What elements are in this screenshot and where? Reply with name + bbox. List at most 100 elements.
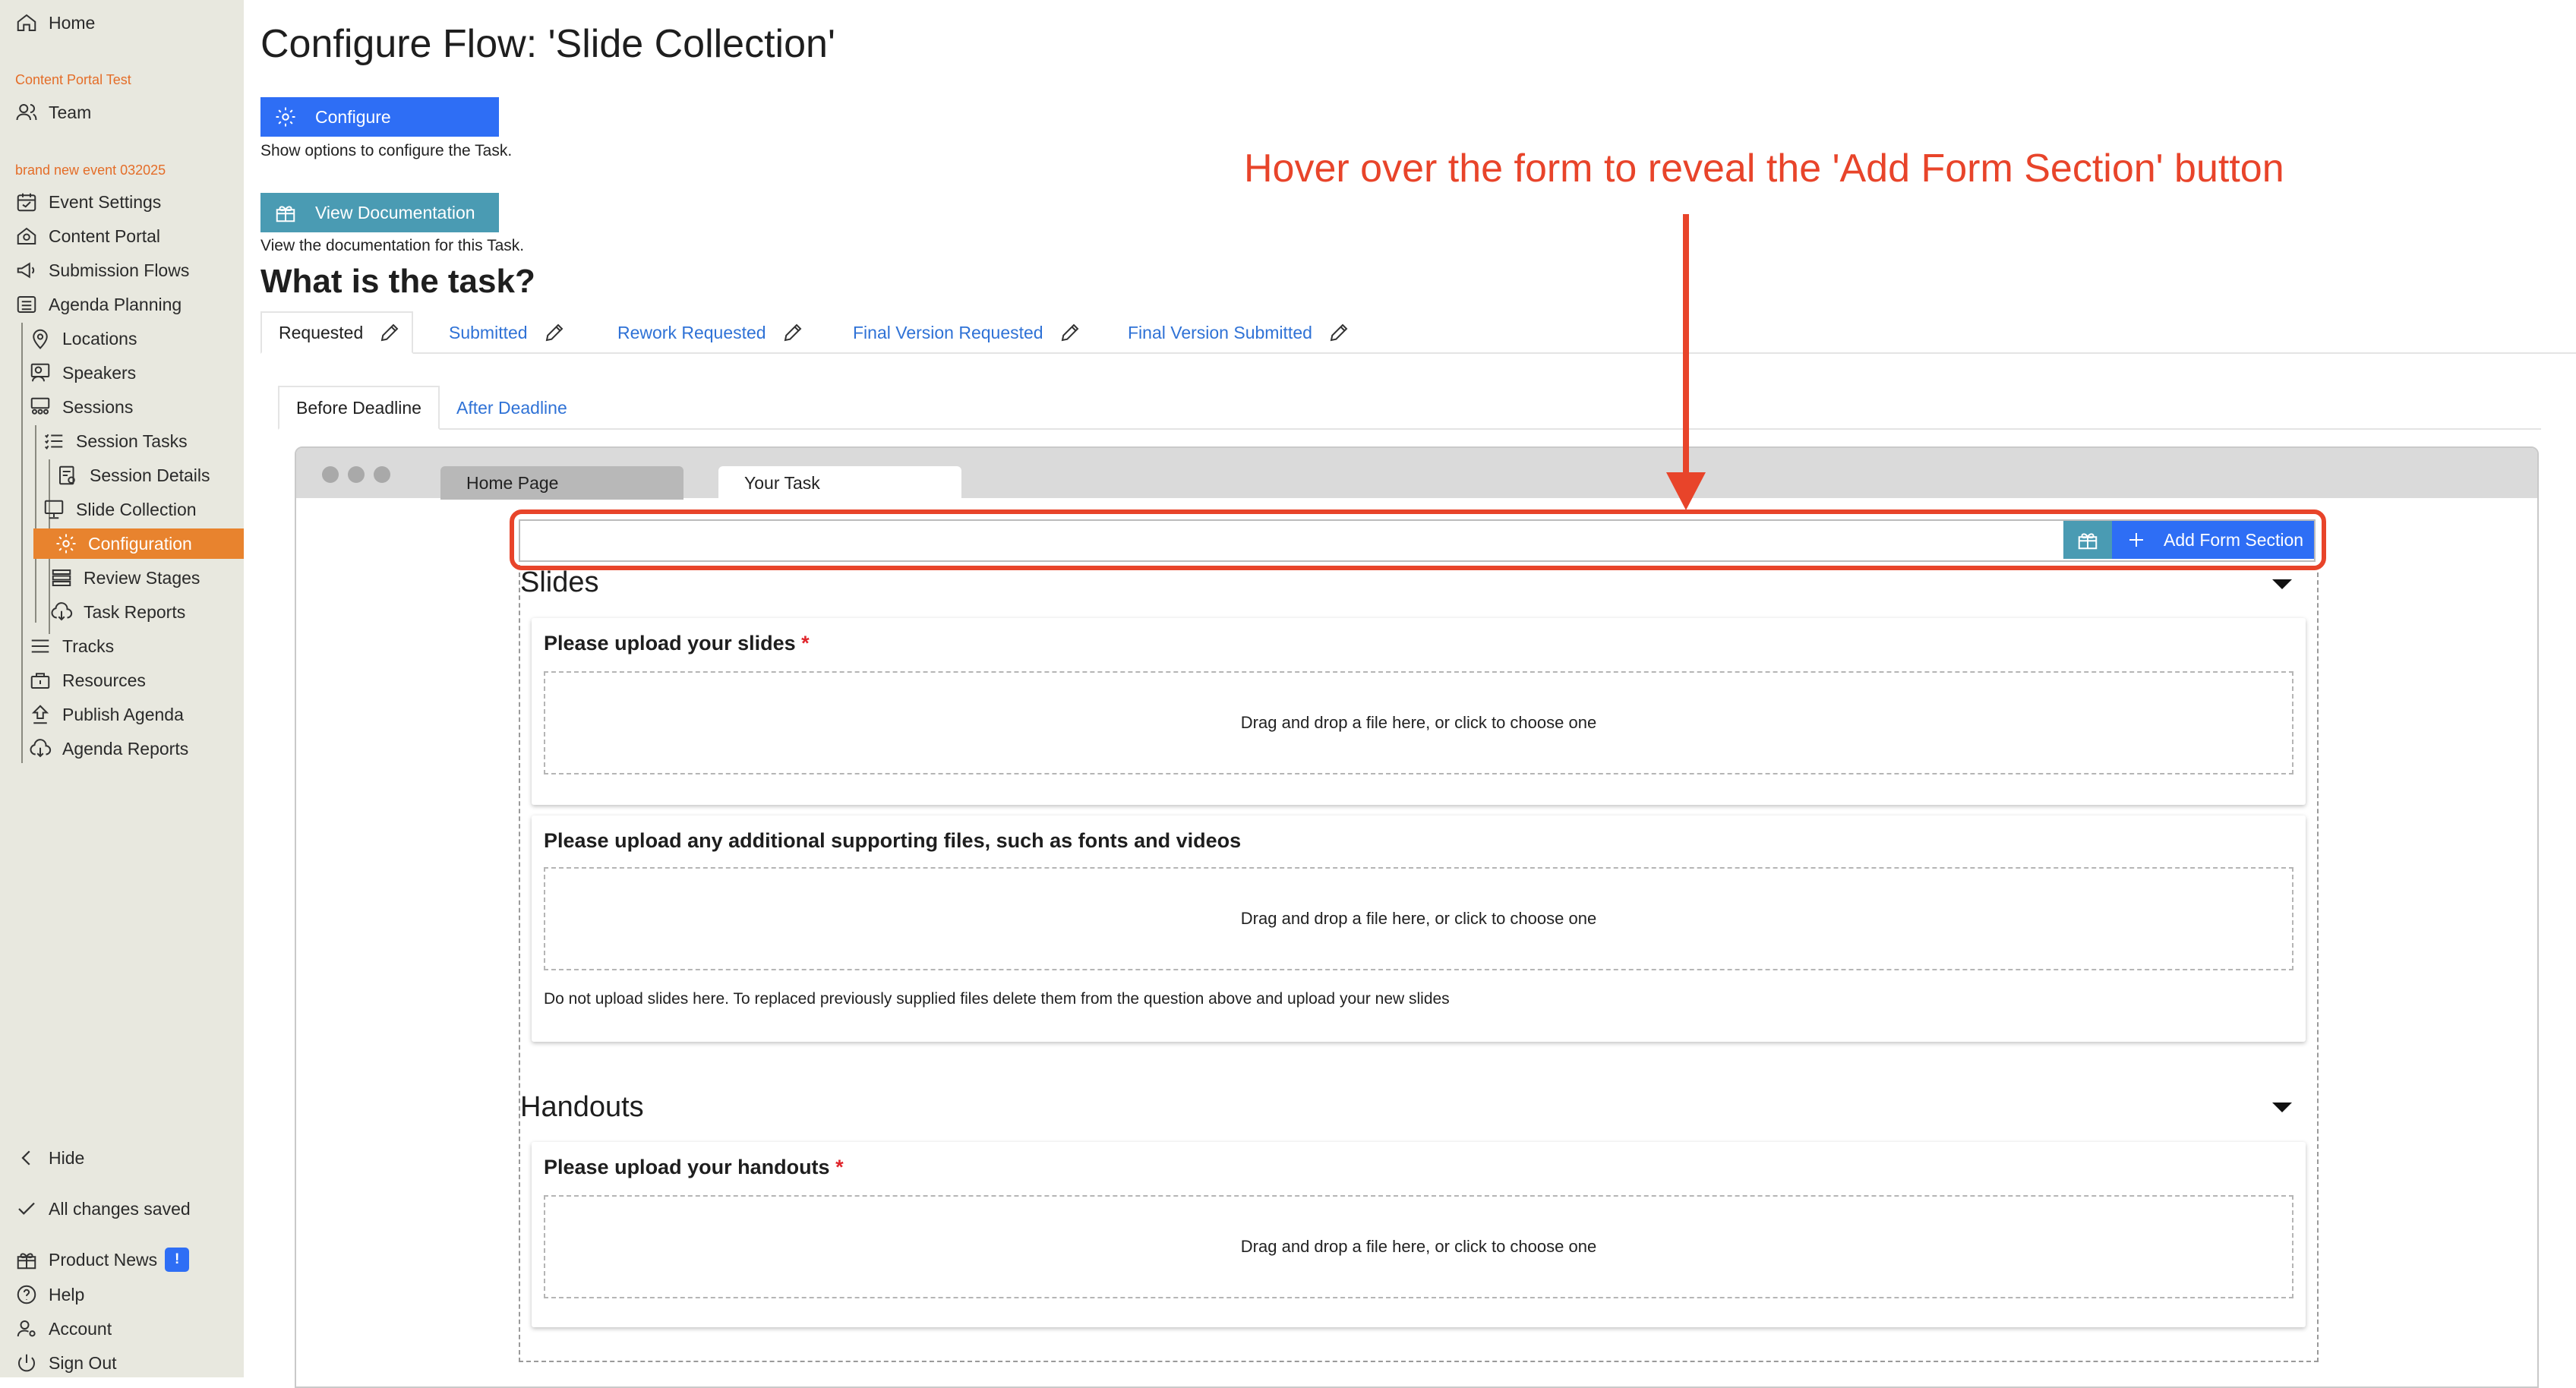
pencil-icon[interactable] <box>1059 321 1081 344</box>
save-status: All changes saved <box>15 1194 191 1224</box>
sidebar-item-locations[interactable]: Locations <box>29 323 137 354</box>
sidebar-item-label: Publish Agenda <box>62 704 184 724</box>
question-label: Please upload any additional supporting … <box>544 829 1242 852</box>
sidebar-item-label: Tracks <box>62 636 115 656</box>
caret-down-icon[interactable] <box>2272 579 2292 589</box>
tab-submitted[interactable]: Submitted <box>449 311 566 354</box>
sidebar-item-sessions[interactable]: Sessions <box>29 392 133 422</box>
tab-final-version-requested[interactable]: Final Version Requested <box>853 311 1081 354</box>
file-dropzone[interactable]: Drag and drop a file here, or click to c… <box>544 1195 2293 1298</box>
question-card: Please upload your slides * Drag and dro… <box>532 618 2306 805</box>
browser-tab-your-task[interactable]: Your Task <box>718 466 961 500</box>
sidebar-item-agenda-reports[interactable]: Agenda Reports <box>29 733 188 764</box>
pencil-icon[interactable] <box>1327 321 1350 344</box>
docs-button-label: View Documentation <box>315 202 475 222</box>
resources-icon <box>30 673 50 689</box>
configure-button[interactable]: Configure <box>260 97 499 137</box>
add-section-bar[interactable] <box>519 519 2316 562</box>
sidebar-item-session-tasks[interactable]: Session Tasks <box>43 426 188 456</box>
caret-down-icon[interactable] <box>2272 1103 2292 1112</box>
sidebar-item-product-news[interactable]: Product News ! <box>15 1244 190 1275</box>
sidebar-item-task-reports[interactable]: Task Reports <box>50 597 185 627</box>
add-form-section-button[interactable]: Add Form Section <box>2112 521 2314 559</box>
question-card: Please upload any additional supporting … <box>532 815 2306 1042</box>
home-icon <box>17 14 36 31</box>
details-icon <box>59 465 75 485</box>
sidebar-item-label: Submission Flows <box>49 260 190 280</box>
sidebar-item-account[interactable]: Account <box>15 1314 112 1344</box>
calendar-icon <box>17 193 36 212</box>
sidebar-item-team[interactable]: Team <box>15 97 91 128</box>
sidebar-item-label: Event Settings <box>49 191 162 212</box>
pencil-icon[interactable] <box>543 321 566 344</box>
location-pin-icon <box>33 329 48 349</box>
sidebar-item-content-portal[interactable]: Content Portal <box>15 221 160 251</box>
account-icon <box>17 1320 36 1337</box>
sidebar-item-speakers[interactable]: Speakers <box>29 358 136 388</box>
sidebar-item-label: Session Tasks <box>76 431 188 451</box>
sidebar-item-review-stages[interactable]: Review Stages <box>50 563 200 593</box>
sidebar-item-submission-flows[interactable]: Submission Flows <box>15 255 189 285</box>
tab-rework-requested[interactable]: Rework Requested <box>617 311 804 354</box>
add-form-section-label: Add Form Section <box>2164 529 2304 550</box>
sidebar-item-label: Configuration <box>88 533 192 554</box>
question-label-text: Please upload your handouts <box>544 1156 830 1178</box>
sidebar-item-label: Content Portal <box>49 226 161 246</box>
tab-label: Before Deadline <box>296 397 421 418</box>
tab-requested[interactable]: Requested <box>260 311 414 354</box>
sidebar-item-sign-out[interactable]: Sign Out <box>15 1348 117 1378</box>
annotation-text: Hover over the form to reveal the 'Add F… <box>1244 147 2284 191</box>
window-dot <box>348 466 365 483</box>
browser-tab-label: Your Task <box>744 472 820 493</box>
sidebar-item-resources[interactable]: Resources <box>29 665 146 696</box>
news-badge: ! <box>165 1248 190 1272</box>
gift-icon <box>276 206 295 222</box>
question-help-text: Do not upload slides here. To replaced p… <box>544 990 1450 1008</box>
annotation-arrow <box>1666 214 1706 510</box>
speaker-icon <box>30 363 50 382</box>
configure-button-label: Configure <box>315 106 391 127</box>
hide-sidebar-button[interactable]: Hide <box>15 1143 84 1173</box>
file-dropzone[interactable]: Drag and drop a file here, or click to c… <box>544 867 2293 970</box>
save-status-label: All changes saved <box>49 1198 191 1219</box>
sidebar-item-label: Sessions <box>62 396 134 417</box>
team-icon <box>16 104 37 121</box>
portal-icon <box>17 227 36 244</box>
file-dropzone[interactable]: Drag and drop a file here, or click to c… <box>544 671 2293 774</box>
sidebar-item-event-settings[interactable]: Event Settings <box>15 187 161 217</box>
docs-help-text: View the documentation for this Task. <box>260 237 525 254</box>
tab-after-deadline[interactable]: After Deadline <box>456 386 567 430</box>
check-icon <box>18 1202 35 1215</box>
sidebar-item-label: Locations <box>62 328 137 349</box>
required-marker: * <box>801 632 810 655</box>
gift-icon <box>17 1253 36 1270</box>
chevron-left-icon <box>21 1150 30 1166</box>
stages-icon <box>52 569 71 586</box>
sidebar-item-label: Agenda Reports <box>62 738 189 759</box>
monitor-icon <box>44 500 64 519</box>
browser-tab-home-page[interactable]: Home Page <box>440 466 683 500</box>
sidebar-item-slide-collection[interactable]: Slide Collection <box>43 494 197 525</box>
question-card: Please upload your handouts * Drag and d… <box>532 1142 2306 1327</box>
gift-icon <box>2078 533 2098 550</box>
tab-label: After Deadline <box>456 397 567 418</box>
tab-before-deadline[interactable]: Before Deadline <box>278 386 440 430</box>
tab-final-version-submitted[interactable]: Final Version Submitted <box>1128 311 1350 354</box>
browser-toolbar: Home Page Your Task <box>296 448 2537 500</box>
sidebar-item-help[interactable]: Help <box>15 1279 84 1310</box>
sidebar-item-label: Product News <box>49 1249 158 1270</box>
view-documentation-button[interactable]: View Documentation <box>260 193 499 232</box>
sidebar-item-agenda-planning[interactable]: Agenda Planning <box>15 289 182 320</box>
sidebar-item-publish-agenda[interactable]: Publish Agenda <box>29 699 184 730</box>
sidebar-item-label: Sign Out <box>49 1352 117 1373</box>
sidebar-item-configuration[interactable]: Configuration <box>33 528 244 559</box>
sidebar-item-home[interactable]: Home <box>15 8 95 38</box>
pencil-icon[interactable] <box>378 321 401 344</box>
pencil-icon[interactable] <box>781 321 804 344</box>
sidebar-item-tracks[interactable]: Tracks <box>29 631 114 661</box>
gift-button[interactable] <box>2063 521 2112 559</box>
section-title-handouts: Handouts <box>520 1091 644 1123</box>
sidebar-item-session-details[interactable]: Session Details <box>56 460 210 491</box>
publish-icon <box>31 705 49 724</box>
tree-line <box>21 323 23 763</box>
